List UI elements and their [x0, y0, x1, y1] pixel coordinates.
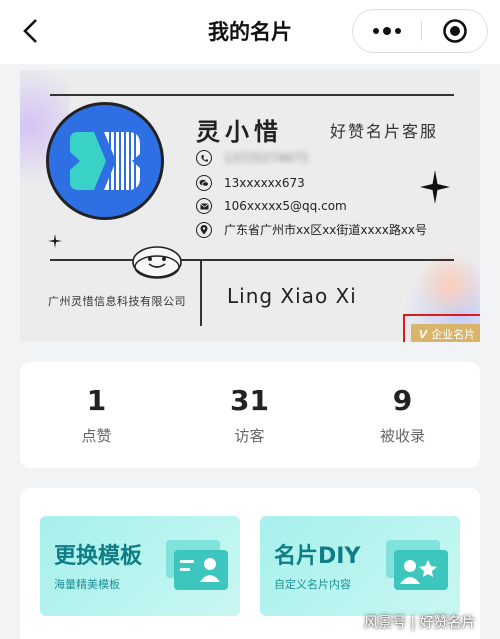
phone-number: 13725274673 — [224, 151, 308, 165]
stat-label: 被收录 — [379, 427, 425, 445]
sparkle-icon — [420, 170, 450, 204]
more-dots-icon — [373, 27, 401, 35]
enterprise-badge-label: 企业名片 — [431, 328, 476, 341]
logo-mark-icon — [70, 132, 140, 190]
stat-value: 9 — [392, 384, 413, 417]
card-diy-button[interactable]: 名片DIY 自定义名片内容 — [260, 516, 460, 616]
change-template-button[interactable]: 更换模板 海量精美模板 — [40, 516, 240, 616]
email-address: 106xxxxx5@qq.com — [224, 199, 347, 213]
card-role: 好赞名片客服 — [330, 122, 439, 141]
id-card-icon — [166, 540, 228, 590]
stat-value: 31 — [230, 384, 269, 417]
tool-subtitle: 自定义名片内容 — [274, 578, 351, 591]
stats-panel: 1 点赞 31 访客 9 被收录 — [20, 362, 480, 468]
tool-title: 更换模板 — [54, 544, 143, 569]
company-logo — [46, 102, 164, 220]
smiley-sticker-icon — [132, 246, 182, 279]
stat-label: 访客 — [234, 427, 265, 445]
business-card[interactable]: 灵小惜 好赞名片客服 13725274673 13xxxxxx673 106xx… — [20, 70, 480, 342]
stat-visitors[interactable]: 31 访客 — [173, 362, 326, 468]
location-pin-icon — [196, 221, 212, 238]
address-text: 广东省广州市xx区xx街道xxxx路xx号 — [224, 223, 428, 237]
stat-value: 1 — [86, 384, 107, 417]
stat-collected[interactable]: 9 被收录 — [326, 362, 479, 468]
sparkle-icon — [48, 234, 62, 248]
more-button[interactable] — [353, 10, 421, 52]
nav-header: 我的名片 — [0, 0, 500, 64]
tool-title: 名片DIY — [274, 544, 361, 569]
wechat-icon — [196, 175, 212, 191]
target-circle-icon — [443, 19, 467, 43]
divider-line — [50, 259, 454, 261]
stat-likes[interactable]: 1 点赞 — [20, 362, 173, 468]
mini-program-capsule — [352, 9, 488, 53]
divider-line — [200, 260, 202, 326]
email-row[interactable]: 106xxxxx5@qq.com — [196, 198, 347, 214]
company-name: 广州灵惜信息科技有限公司 — [48, 295, 186, 308]
phone-row[interactable]: 13725274673 — [196, 150, 308, 166]
close-mini-program-button[interactable] — [422, 10, 488, 52]
phone-icon — [196, 150, 212, 166]
tool-subtitle: 海量精美模板 — [54, 578, 120, 591]
stat-label: 点赞 — [81, 427, 112, 445]
enterprise-badge-highlight: V 企业名片 — [403, 314, 480, 342]
card-name: 灵小惜 — [196, 118, 283, 146]
divider-line — [50, 94, 454, 96]
enterprise-badge[interactable]: V 企业名片 — [411, 324, 480, 342]
address-row[interactable]: 广东省广州市xx区xx街道xxxx路xx号 — [196, 221, 427, 238]
verified-v-icon: V — [418, 327, 428, 341]
wechat-row[interactable]: 13xxxxxx673 — [196, 175, 305, 191]
watermark: 风景号 | 好赞名片 — [364, 615, 476, 631]
wechat-id: 13xxxxxx673 — [224, 176, 305, 190]
id-card-edit-icon — [386, 540, 448, 590]
email-icon — [196, 198, 212, 214]
english-name: Ling Xiao Xi — [227, 284, 357, 308]
